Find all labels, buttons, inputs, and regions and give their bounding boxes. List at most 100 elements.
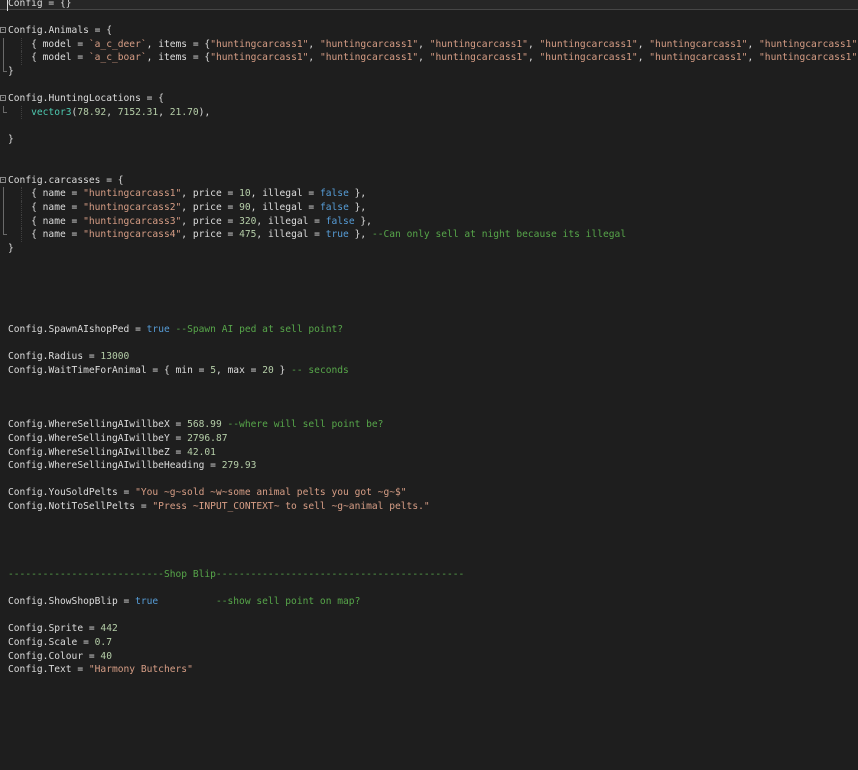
- code-punctuation: ,: [181, 229, 193, 241]
- indent-guide: [21, 228, 22, 242]
- code-line[interactable]: [0, 160, 858, 174]
- code-line[interactable]: [0, 119, 858, 133]
- code-line[interactable]: - Config.Animals = {: [0, 24, 858, 38]
- code-member: Text: [48, 664, 72, 676]
- code-string: "huntingcarcass1": [759, 52, 858, 64]
- code-line[interactable]: Config = {}: [0, 0, 858, 11]
- code-identifier: Config: [8, 433, 43, 444]
- code-punctuation: }: [273, 365, 292, 377]
- code-number: 10: [239, 188, 251, 200]
- code-member: Colour: [48, 650, 84, 662]
- code-line[interactable]: [0, 405, 858, 419]
- code-line[interactable]: vector3(78.92, 7152.31, 21.70),: [0, 105, 858, 120]
- fold-guide: [3, 64, 7, 72]
- code-line[interactable]: [0, 582, 858, 596]
- code-punctuation: =: [65, 229, 84, 241]
- fold-guide: [3, 37, 4, 52]
- code-punctuation: = {: [88, 25, 112, 37]
- code-line[interactable]: [0, 527, 858, 541]
- code-line[interactable]: Config.Colour = 40: [0, 650, 858, 664]
- code-punctuation: =: [65, 201, 84, 213]
- code-line[interactable]: Config.Scale = 0.7: [0, 636, 858, 650]
- code-punctuation: =: [244, 365, 263, 377]
- code-line[interactable]: Config.Text = "Harmony Butchers": [0, 663, 858, 677]
- code-area[interactable]: Config = {} - Config.Animals = { { model =…: [0, 0, 858, 677]
- code-line[interactable]: [0, 255, 858, 269]
- code-comment: -- seconds: [291, 365, 349, 377]
- code-number: 20: [262, 365, 274, 377]
- code-line[interactable]: [0, 147, 858, 161]
- code-line[interactable]: { name = "huntingcarcass3", price = 320,…: [0, 214, 858, 229]
- code-line[interactable]: [0, 391, 858, 405]
- code-line[interactable]: { name = "huntingcarcass1", price = 10, …: [0, 187, 858, 201]
- code-punctuation: =: [71, 52, 89, 64]
- code-line[interactable]: [0, 337, 858, 351]
- code-line[interactable]: Config.YouSoldPelts = "You ~g~sold ~w~so…: [0, 486, 858, 500]
- code-line[interactable]: Config.Sprite = 442: [0, 622, 858, 636]
- code-line[interactable]: Config.Radius = 13000: [0, 350, 858, 364]
- code-line[interactable]: { name = "huntingcarcass2", price = 90, …: [0, 200, 858, 215]
- code-line[interactable]: - Config.HuntingLocations = {: [0, 92, 858, 106]
- fold-toggle-icon[interactable]: -: [0, 95, 6, 102]
- code-member: YouSoldPelts: [48, 487, 118, 499]
- code-line[interactable]: [0, 514, 858, 528]
- code-punctuation: {: [8, 215, 43, 227]
- indent-guide: [21, 37, 22, 52]
- code-identifier: Config: [8, 650, 43, 662]
- code-punctuation: = {: [187, 52, 211, 64]
- fold-guide: [3, 51, 4, 65]
- code-line[interactable]: Config.WaitTimeForAnimal = { min = 5, ma…: [0, 364, 858, 378]
- code-line[interactable]: ---------------------------Shop Blip----…: [0, 568, 858, 582]
- code-string: "huntingcarcass1": [649, 52, 748, 64]
- code-member: price: [192, 201, 222, 213]
- code-number: 279.93: [221, 460, 257, 472]
- code-line[interactable]: Config.WhereSellingAIwillbeHeading = 279…: [0, 459, 858, 473]
- code-punctuation: ,: [146, 52, 159, 64]
- code-line[interactable]: [0, 554, 858, 568]
- code-punctuation: =: [221, 229, 240, 241]
- code-line[interactable]: [0, 378, 858, 392]
- code-member: HuntingLocations: [48, 93, 141, 105]
- code-line[interactable]: }: [0, 64, 858, 79]
- code-member: SpawnAIshopPed: [48, 324, 130, 336]
- code-identifier: Config: [8, 324, 43, 336]
- code-punctuation: {: [8, 229, 43, 241]
- code-punctuation: =: [169, 446, 188, 458]
- code-line[interactable]: [0, 473, 858, 487]
- fold-toggle-icon[interactable]: -: [0, 176, 6, 183]
- code-line[interactable]: [0, 609, 858, 623]
- code-line[interactable]: [0, 269, 858, 283]
- code-line[interactable]: { model = `a_c_deer`, items = {"huntingc…: [0, 37, 858, 52]
- code-member: Scale: [48, 636, 78, 648]
- code-line[interactable]: }: [0, 242, 858, 256]
- code-member: WhereSellingAIwillbeZ: [48, 446, 170, 458]
- code-line[interactable]: { model = `a_c_boar`, items = {"huntingc…: [0, 51, 858, 65]
- code-line[interactable]: { name = "huntingcarcass4", price = 475,…: [0, 228, 858, 242]
- code-line[interactable]: Config.WhereSellingAIwillbeX = 568.99 --…: [0, 418, 858, 432]
- code-line[interactable]: Config.WhereSellingAIwillbeZ = 42.01: [0, 446, 858, 460]
- code-line[interactable]: [0, 282, 858, 296]
- code-line[interactable]: }: [0, 133, 858, 147]
- code-line[interactable]: Config.SpawnAIshopPed = true --Spawn AI …: [0, 323, 858, 337]
- code-line[interactable]: [0, 541, 858, 555]
- code-punctuation: =: [308, 215, 326, 227]
- code-line[interactable]: Config.NotiToSellPelts = "Press ~INPUT_C…: [0, 500, 858, 514]
- code-string: "huntingcarcass1": [539, 52, 638, 64]
- code-string: "huntingcarcass1": [539, 38, 638, 50]
- code-line[interactable]: Config.WhereSellingAIwillbeY = 2796.87: [0, 432, 858, 446]
- code-punctuation: ,: [181, 201, 193, 213]
- code-number: 78.92: [77, 106, 107, 118]
- code-keyword: true: [325, 229, 349, 241]
- code-editor[interactable]: Config = {} - Config.Animals = { { model =…: [0, 0, 858, 770]
- code-identifier: Config: [8, 0, 43, 9]
- code-line[interactable]: - Config.carcasses = {: [0, 174, 858, 188]
- code-line[interactable]: [0, 11, 858, 25]
- code-line[interactable]: [0, 310, 858, 324]
- code-line[interactable]: [0, 79, 858, 93]
- code-punctuation: =: [77, 636, 95, 648]
- code-line[interactable]: Config.ShowShopBlip = true --show sell p…: [0, 595, 858, 609]
- code-line[interactable]: [0, 296, 858, 310]
- code-punctuation: = {: [100, 174, 124, 186]
- fold-toggle-icon[interactable]: -: [0, 27, 6, 34]
- code-identifier: Config: [8, 664, 43, 676]
